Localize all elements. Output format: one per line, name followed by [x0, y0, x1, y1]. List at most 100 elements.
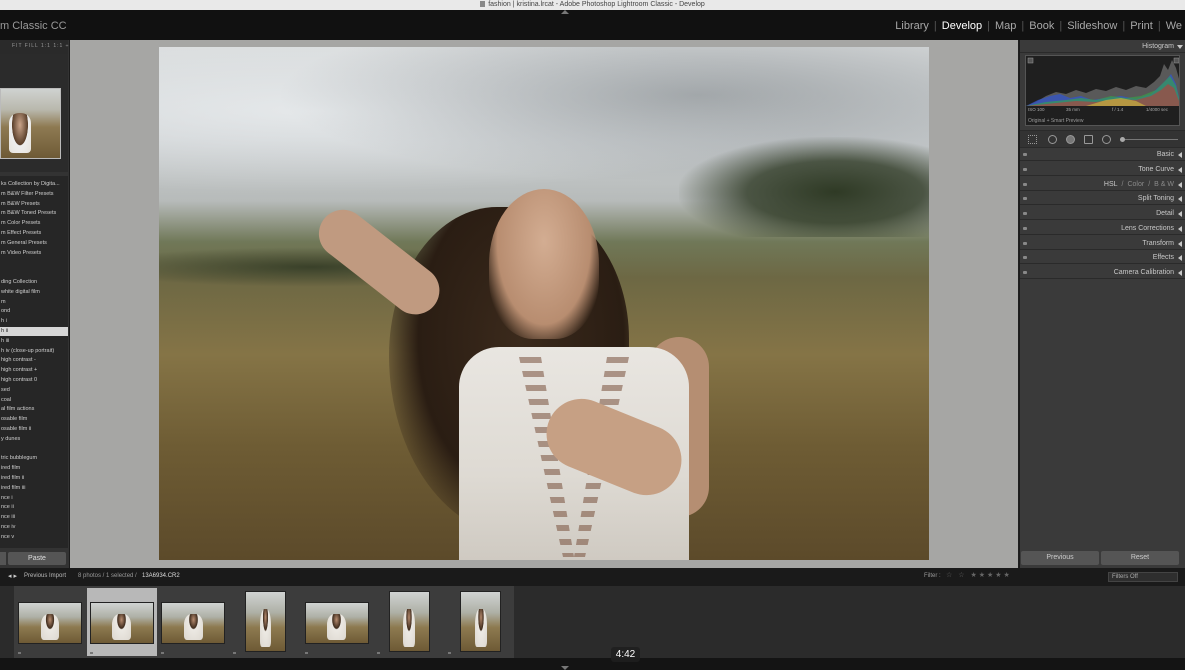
preset-item[interactable]: ding Collection	[0, 278, 68, 287]
panel-label-part[interactable]: B & W	[1154, 181, 1174, 188]
panel-label-part[interactable]: /	[1148, 181, 1150, 188]
filters-off-dropdown[interactable]: Filters Off	[1108, 572, 1178, 582]
filmstrip-cell[interactable]	[15, 588, 85, 656]
previous-button[interactable]: Previous	[1021, 551, 1099, 565]
preset-item[interactable]: ired film ii	[0, 474, 68, 483]
filmstrip-thumbnail[interactable]	[18, 602, 82, 644]
preset-item[interactable]	[0, 445, 68, 454]
preset-item[interactable]: nce iii	[0, 513, 68, 522]
panel-label-part[interactable]: HSL	[1104, 181, 1118, 188]
preset-item[interactable]: al film actions	[0, 405, 68, 414]
preset-item[interactable]: m B&W Toned Presets	[0, 209, 68, 218]
filmstrip-thumbnail[interactable]	[161, 602, 226, 644]
filmstrip-thumbnail[interactable]	[304, 602, 369, 644]
navigator-preview[interactable]	[0, 54, 68, 172]
panel-header-transform[interactable]: Transform	[1020, 237, 1185, 250]
preset-item[interactable]: y dunes	[0, 435, 68, 444]
preset-item[interactable]: h iv (close-up portrait)	[0, 347, 68, 356]
filmstrip-cell[interactable]	[302, 588, 372, 656]
preset-item[interactable]: m Effect Presets	[0, 229, 68, 238]
preset-item[interactable]: nce i	[0, 494, 68, 503]
filmstrip-source[interactable]: Previous Import	[24, 573, 66, 579]
panel-header-hsl[interactable]: HSL / Color / B & W	[1020, 178, 1185, 191]
preset-item[interactable]: h iii	[0, 337, 68, 346]
preset-item[interactable]: m B&W Filter Presets	[0, 190, 68, 199]
crop-overlay-icon[interactable]	[1028, 135, 1037, 144]
panel-label-part[interactable]: Color	[1127, 181, 1144, 188]
preset-item[interactable]: osable film ii	[0, 425, 68, 434]
reset-button[interactable]: Reset	[1101, 551, 1179, 565]
preset-item[interactable]: high contrast 0	[0, 376, 68, 385]
main-photo[interactable]	[159, 47, 929, 560]
preset-item[interactable]: h i	[0, 317, 68, 326]
radial-filter-icon[interactable]	[1102, 135, 1111, 144]
panel-switch-icon[interactable]	[1023, 212, 1027, 215]
adjustment-brush-slider[interactable]	[1120, 137, 1178, 142]
panel-switch-icon[interactable]	[1023, 167, 1027, 171]
panel-switch-icon[interactable]	[1023, 256, 1027, 260]
module-slideshow[interactable]: Slideshow	[1064, 20, 1120, 32]
filmstrip-filename[interactable]: 13A6934.CR2	[142, 573, 180, 579]
filmstrip-thumbnail[interactable]	[460, 591, 502, 652]
preset-item[interactable]: ks Collection by Digita...	[0, 180, 68, 189]
filmstrip-thumbnail[interactable]	[388, 591, 430, 652]
preset-item[interactable]: nce ii	[0, 503, 68, 512]
filmstrip-cell[interactable]	[374, 588, 444, 656]
module-library[interactable]: Library	[892, 20, 932, 32]
preset-item[interactable]: m B&W Presets	[0, 200, 68, 209]
filmstrip-thumbnail[interactable]	[89, 602, 154, 644]
panel-header-effects[interactable]: Effects	[1020, 251, 1185, 265]
panel-switch-icon[interactable]	[1023, 197, 1027, 201]
paste-button[interactable]: Paste	[8, 552, 66, 565]
filmstrip-cell[interactable]	[230, 588, 300, 656]
preset-item[interactable]: nce v	[0, 533, 68, 542]
filmstrip-cell[interactable]	[445, 588, 515, 656]
panel-header-tone-curve[interactable]: Tone Curve	[1020, 163, 1185, 176]
module-map[interactable]: Map	[992, 20, 1019, 32]
spot-removal-icon[interactable]	[1048, 135, 1057, 144]
collapse-filmstrip-icon[interactable]	[561, 666, 569, 670]
panel-header-split-toning[interactable]: Split Toning	[1020, 192, 1185, 206]
filmstrip-cell[interactable]	[86, 588, 157, 656]
preset-item[interactable]: m General Presets	[0, 239, 68, 248]
preset-item[interactable]	[0, 258, 68, 267]
panel-switch-icon[interactable]	[1023, 271, 1027, 274]
preset-item[interactable]: high contrast -	[0, 356, 68, 365]
panel-header-camera-calibration[interactable]: Camera Calibration	[1020, 266, 1185, 279]
module-we[interactable]: We	[1163, 20, 1185, 32]
panel-switch-icon[interactable]	[1023, 182, 1027, 186]
histogram-panel-header[interactable]: Histogram	[1020, 40, 1185, 53]
preset-item[interactable]: high contrast +	[0, 366, 68, 375]
preset-item[interactable]: h ii	[0, 327, 68, 336]
module-print[interactable]: Print	[1127, 20, 1156, 32]
preset-item[interactable]: tric bubblegum	[0, 454, 68, 463]
red-eye-icon[interactable]	[1066, 135, 1075, 144]
preset-item[interactable]: osable film	[0, 415, 68, 424]
preset-item[interactable]: white digital film	[0, 288, 68, 297]
module-develop[interactable]: Develop	[939, 20, 985, 32]
panel-switch-icon[interactable]	[1023, 153, 1027, 156]
filmstrip-thumbnail[interactable]	[245, 591, 287, 652]
panel-header-basic[interactable]: Basic	[1020, 148, 1185, 161]
module-book[interactable]: Book	[1026, 20, 1057, 32]
preset-item[interactable]: m Video Presets	[0, 249, 68, 258]
graduated-filter-icon[interactable]	[1084, 135, 1093, 144]
preset-item[interactable]: nce iv	[0, 523, 68, 532]
preset-item[interactable]: sed	[0, 386, 68, 395]
rating-filter-stars[interactable]: ☆ ☆ ★★★★★	[946, 571, 1012, 579]
preset-item[interactable]	[0, 268, 68, 277]
panel-label-part[interactable]: /	[1122, 181, 1124, 188]
preset-item[interactable]: ond	[0, 307, 68, 316]
preset-item[interactable]: m	[0, 298, 68, 307]
preset-item[interactable]: coal	[0, 396, 68, 405]
histogram[interactable]: ISO 100 35 mm f / 1.4 1/4000 sec Original +…	[1025, 55, 1180, 126]
panel-header-lens-corrections[interactable]: Lens Corrections	[1020, 222, 1185, 235]
copy-button[interactable]	[0, 552, 6, 565]
panel-header-detail[interactable]: Detail	[1020, 207, 1185, 220]
panel-switch-icon[interactable]	[1023, 241, 1027, 245]
filmstrip-nav-arrows[interactable]: ◂ ▸	[8, 572, 17, 580]
navigator-zoom-options[interactable]: FIT FILL 1:1 1:1 ÷	[12, 43, 69, 49]
preset-item[interactable]: ired film iii	[0, 484, 68, 493]
preset-item[interactable]: m Color Presets	[0, 219, 68, 228]
navigator-thumbnail[interactable]	[0, 88, 61, 159]
